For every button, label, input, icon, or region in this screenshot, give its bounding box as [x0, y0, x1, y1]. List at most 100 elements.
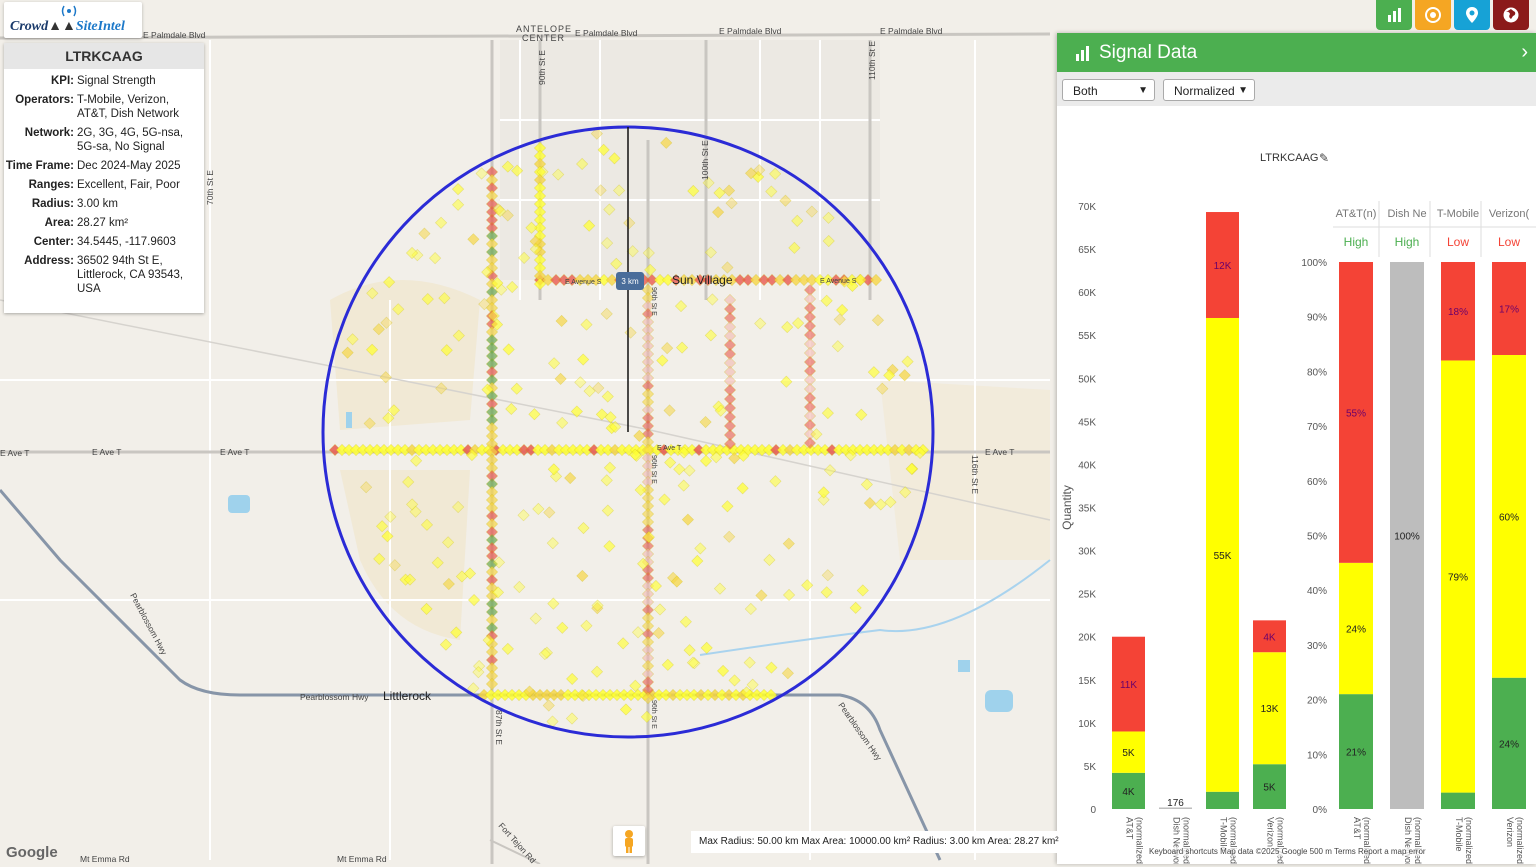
target-toolbar-button[interactable]	[1415, 0, 1451, 30]
info-title: LTRKCAAG	[4, 43, 204, 69]
y-tick-label: 50K	[1078, 374, 1096, 385]
chevron-down-icon: ▼	[1138, 85, 1148, 96]
y-tick-label: 15K	[1078, 676, 1096, 687]
info-key: Operators:	[15, 94, 74, 106]
road-label: E Palmdale Blvd	[719, 26, 782, 36]
bar-data-label: 11K	[1120, 680, 1137, 691]
x-tick-label: (normalized)	[1135, 817, 1145, 864]
bar-data-label: 100%	[1394, 532, 1420, 543]
road-label: Mt Emma Rd	[337, 854, 387, 864]
info-key: Address:	[24, 255, 74, 267]
pin-toolbar-button[interactable]	[1454, 0, 1490, 30]
logo-text-crowd: Crowd	[10, 19, 49, 34]
place-label: Littlerock	[383, 689, 432, 703]
crowdsiteintel-logo[interactable]: Crowd▲▲SiteIntel	[4, 2, 142, 38]
info-value: Excellent, Fair, Poor	[77, 179, 180, 191]
road-label: 96th St E	[650, 700, 657, 729]
rating-label: Low	[1447, 235, 1469, 249]
info-value: T-Mobile, Verizon, AT&T, Dish Network	[77, 94, 180, 120]
y-tick-label: 70%	[1307, 422, 1327, 433]
y-tick-label: 20%	[1307, 696, 1327, 707]
info-key: Area:	[44, 217, 74, 229]
chart-toolbar-button[interactable]	[1376, 0, 1412, 30]
y-tick-label: 45K	[1078, 417, 1096, 428]
road-label: E Palmdale Blvd	[575, 28, 638, 38]
x-tick-label: Dish Network	[1403, 817, 1413, 864]
rating-label: High	[1344, 235, 1369, 249]
info-value: Dec 2024-May 2025	[77, 160, 181, 172]
info-value: Signal Strength	[77, 75, 156, 87]
info-key: Center:	[33, 236, 74, 248]
info-value: 2G, 3G, 4G, 5G-nsa, 5G-sa, No Signal	[77, 127, 184, 153]
bar-data-label: 5K	[1263, 783, 1276, 794]
bar-data-label: 17%	[1499, 304, 1519, 315]
signal-panel-header: Signal Data ›	[1057, 33, 1536, 72]
bar-data-label: 21%	[1346, 748, 1366, 759]
bar-data-label: 176	[1167, 798, 1184, 809]
x-tick-label: Verizon	[1266, 817, 1276, 847]
x-tick-label: (normalized)	[1464, 817, 1474, 864]
x-tick-label: (normalized)	[1229, 817, 1239, 864]
bar-data-label: 60%	[1499, 512, 1519, 523]
road-label: 96th St E	[650, 287, 657, 316]
y-tick-label: 70K	[1078, 202, 1096, 213]
bar-data-label: 18%	[1448, 307, 1468, 318]
operator-mode-select[interactable]: Both ▼	[1062, 79, 1155, 101]
road-label: 90th St E	[537, 50, 547, 85]
pegman-icon	[625, 830, 633, 853]
bar-data-label: 55%	[1346, 408, 1366, 419]
operator-mode-value: Both	[1073, 84, 1098, 98]
edit-icon: ✎	[1319, 151, 1329, 165]
info-value: 36502 94th St E, Littlerock, CA 93543, U…	[77, 255, 184, 295]
bar-data-label: 24%	[1346, 624, 1366, 635]
y-tick-label: 0%	[1313, 805, 1328, 816]
map-legal-links[interactable]: Keyboard shortcuts Map data ©2025 Google…	[1146, 847, 1429, 856]
y-tick-label: 40K	[1078, 460, 1096, 471]
bar-segment	[1206, 791, 1239, 809]
chevron-down-icon: ▼	[1238, 85, 1248, 96]
y-tick-label: 5K	[1084, 762, 1097, 773]
column-header: Verizon(	[1489, 208, 1530, 220]
y-tick-label: 90%	[1307, 313, 1327, 324]
globe-toolbar-button[interactable]	[1493, 0, 1529, 30]
street-view-button[interactable]	[613, 826, 645, 856]
antenna-icon	[61, 5, 77, 17]
x-tick-label: (normalized)	[1515, 817, 1525, 864]
y-tick-label: 60%	[1307, 477, 1327, 488]
column-header: AT&T(n)	[1336, 208, 1377, 220]
bar-data-label: 13K	[1261, 704, 1279, 715]
bar-data-label: 79%	[1448, 573, 1468, 584]
bar-segment	[1441, 792, 1475, 809]
y-tick-label: 10K	[1078, 719, 1096, 730]
column-header: T-Mobile	[1437, 208, 1479, 220]
y-tick-label: 80%	[1307, 367, 1327, 378]
y-axis-label: Quantity	[1060, 485, 1074, 530]
chart-title: LTRKCAAG	[1260, 152, 1318, 164]
x-tick-label: (normalized)	[1182, 817, 1192, 864]
y-tick-label: 30K	[1078, 547, 1096, 558]
column-header: Dish Ne	[1387, 208, 1426, 220]
bar-data-label: 5K	[1122, 748, 1135, 759]
place-label: CENTER	[522, 33, 565, 43]
x-tick-label: T-Mobile	[1454, 817, 1464, 852]
y-tick-label: 0	[1090, 805, 1096, 816]
road-label: 87th St E	[494, 710, 504, 745]
y-tick-label: 25K	[1078, 590, 1096, 601]
info-key: Time Frame:	[5, 160, 74, 172]
bar-data-label: 24%	[1499, 739, 1519, 750]
road-label: 70th St E	[205, 170, 215, 205]
y-tick-label: 40%	[1307, 586, 1327, 597]
road-label: E Ave T	[220, 447, 249, 457]
x-tick-label: Verizon	[1505, 817, 1515, 847]
y-tick-label: 10%	[1307, 750, 1327, 761]
collapse-chevron-icon[interactable]: ›	[1521, 41, 1528, 64]
globe-icon	[1503, 7, 1519, 23]
road-label: E Ave T	[0, 448, 29, 458]
info-panel: LTRKCAAG KPI: Signal Strength Operators: T…	[4, 43, 204, 313]
road-label: E Ave T	[985, 447, 1014, 457]
google-logo: Google	[6, 844, 58, 861]
map-status-bar: Max Radius: 50.00 km Max Area: 10000.00 …	[691, 831, 1067, 853]
normalization-select[interactable]: Normalized ▼	[1163, 79, 1255, 101]
road-label: E Ave T	[657, 445, 682, 452]
signal-panel-title: Signal Data	[1099, 41, 1198, 63]
